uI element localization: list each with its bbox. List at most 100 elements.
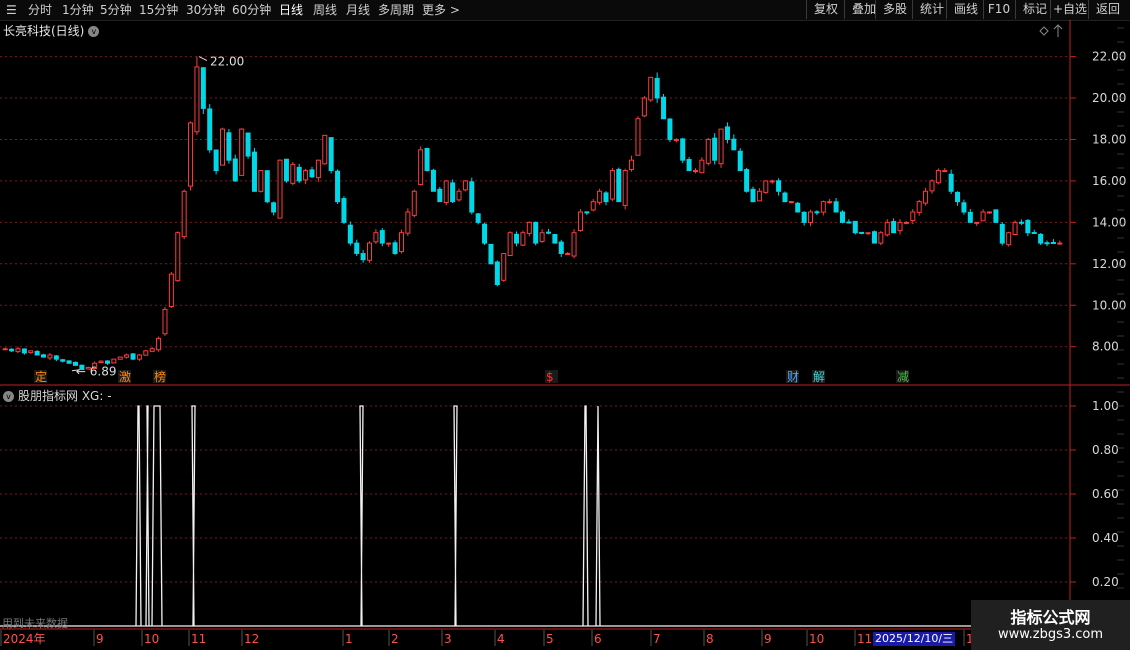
low-price-label: ← 6.89 bbox=[76, 365, 117, 379]
toolbar-button[interactable]: +自选 bbox=[1050, 0, 1089, 19]
timeframe-tab[interactable]: 多周期 bbox=[378, 2, 414, 18]
candle-body bbox=[207, 108, 213, 151]
candle-body bbox=[955, 191, 961, 203]
menu-icon[interactable]: ☰ bbox=[6, 2, 17, 18]
candle-body bbox=[577, 211, 583, 232]
x-tick-label: 9 bbox=[764, 632, 772, 646]
candle-body bbox=[418, 149, 424, 186]
indicator-tick-label: 1.00 bbox=[1092, 399, 1119, 413]
signal-pulse bbox=[145, 405, 150, 627]
price-tick-label: 12.00 bbox=[1092, 257, 1126, 271]
candle-body bbox=[616, 168, 622, 203]
toolbar-button[interactable]: F10 bbox=[983, 0, 1014, 19]
price-chart[interactable]: 22.0020.0018.0016.0014.0012.0010.008.001… bbox=[0, 20, 1130, 650]
candle-body bbox=[130, 353, 136, 360]
candle-body bbox=[590, 201, 596, 211]
candle-body bbox=[673, 138, 679, 141]
indicator-tick-label: 0.40 bbox=[1092, 531, 1119, 545]
candle-body bbox=[648, 76, 654, 101]
candle-body bbox=[769, 180, 775, 183]
candle-body bbox=[852, 220, 858, 234]
event-marker: 解 bbox=[812, 370, 825, 384]
collapse-icon[interactable]: v bbox=[3, 391, 14, 402]
candle-body bbox=[763, 180, 769, 193]
x-tick-label: 12 bbox=[244, 632, 259, 646]
candle-body bbox=[124, 354, 130, 358]
candle-body bbox=[865, 232, 871, 235]
candle-body bbox=[948, 173, 954, 192]
candle-body bbox=[450, 182, 456, 203]
candle-body bbox=[839, 211, 845, 223]
candle-body bbox=[1044, 242, 1050, 245]
candle-body bbox=[731, 138, 737, 151]
watermark-title: 指标公式网 bbox=[1010, 608, 1091, 627]
candle-body bbox=[239, 128, 245, 176]
candle-body bbox=[41, 354, 47, 358]
toolbar-button[interactable]: 标记 bbox=[1015, 0, 1054, 19]
candle-body bbox=[443, 180, 449, 203]
timeframe-tab[interactable]: 5分钟 bbox=[100, 2, 132, 18]
watermark: 指标公式网 www.zbgs3.com bbox=[971, 600, 1130, 650]
candle-body bbox=[290, 163, 296, 184]
event-marker: 激 bbox=[118, 370, 131, 384]
toolbar-button[interactable]: 复权 bbox=[806, 0, 845, 19]
candle-body bbox=[469, 181, 475, 213]
timeframe-tab[interactable]: 日线 bbox=[279, 2, 303, 18]
toolbar-button[interactable]: 画线 bbox=[946, 0, 985, 19]
candle-body bbox=[104, 360, 110, 364]
toolbar-button[interactable]: 返回 bbox=[1088, 0, 1127, 19]
high-price-label: 22.00 bbox=[210, 55, 244, 69]
candle-body bbox=[814, 211, 820, 214]
candle-body bbox=[335, 170, 341, 203]
candle-body bbox=[28, 350, 34, 354]
timeframe-tab[interactable]: 更多 > bbox=[422, 2, 460, 18]
dropdown-icon[interactable]: v bbox=[88, 26, 100, 37]
candle-body bbox=[545, 231, 551, 234]
candle-body bbox=[910, 211, 916, 222]
candle-body bbox=[296, 166, 302, 182]
x-tick-label: 4 bbox=[497, 632, 505, 646]
x-tick-label: 6 bbox=[594, 632, 602, 646]
event-marker: 榜 bbox=[153, 369, 166, 384]
candle-body bbox=[903, 221, 909, 224]
candle-body bbox=[194, 66, 200, 133]
x-tick-label: 2024年 bbox=[3, 632, 46, 646]
candle-body bbox=[220, 128, 226, 166]
candle-body bbox=[277, 159, 283, 219]
timeframe-tab[interactable]: 30分钟 bbox=[186, 2, 225, 18]
candle-body bbox=[143, 350, 149, 356]
candle-body bbox=[430, 169, 436, 192]
candle-body bbox=[136, 354, 142, 360]
candle-body bbox=[986, 211, 992, 214]
candle-body bbox=[801, 211, 807, 223]
candle-body bbox=[1018, 221, 1024, 224]
candle-body bbox=[309, 169, 315, 178]
indicator-tick-label: 0.60 bbox=[1092, 487, 1119, 501]
timeframe-tab[interactable]: 1分钟 bbox=[62, 2, 94, 18]
timeframe-tab[interactable]: 60分钟 bbox=[232, 2, 271, 18]
candle-body bbox=[367, 242, 373, 261]
candle-body bbox=[475, 213, 481, 223]
candle-body bbox=[53, 355, 59, 360]
candle-body bbox=[558, 241, 564, 254]
event-marker-label: 减 bbox=[897, 370, 909, 384]
candle-body bbox=[98, 360, 104, 364]
indicator-tick-label: 0.20 bbox=[1092, 575, 1119, 589]
candle-body bbox=[718, 128, 724, 165]
candle-body bbox=[1038, 233, 1044, 244]
timeframe-tab[interactable]: 分时 bbox=[28, 2, 52, 18]
candle-body bbox=[552, 234, 558, 244]
candle-body bbox=[776, 180, 782, 192]
timeframe-tab[interactable]: 周线 bbox=[313, 2, 337, 18]
timeframe-tab[interactable]: 月线 bbox=[346, 2, 370, 18]
candle-body bbox=[891, 220, 897, 234]
candle-body bbox=[833, 201, 839, 213]
candle-body bbox=[47, 354, 53, 359]
toolbar-button[interactable]: 多股 bbox=[875, 0, 914, 19]
candle-body bbox=[520, 232, 526, 246]
candle-body bbox=[641, 97, 647, 117]
timeframe-tab[interactable]: 15分钟 bbox=[139, 2, 178, 18]
candle-body bbox=[341, 198, 347, 223]
price-tick-label: 22.00 bbox=[1092, 50, 1126, 64]
candle-body bbox=[533, 221, 539, 244]
